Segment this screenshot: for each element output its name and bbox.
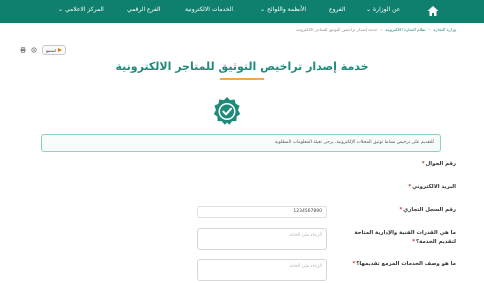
email-label: البريد الالكتروني* [408, 184, 456, 190]
capabilities-textarea[interactable]: الرجاء ملئ الخانة [197, 228, 327, 250]
breadcrumb-link-ministry[interactable]: وزارة التجارة [433, 27, 456, 32]
commercial-register-field[interactable]: 1234567890 [197, 206, 327, 218]
breadcrumb-link-ecommerce[interactable]: نظام التجارة الالكترونية [385, 27, 425, 32]
breadcrumb-current: خدمة إصدار تراخيص التوثيق للمتاجر الالكت… [296, 27, 378, 32]
commercial-register-label: رقم السجل التجاري* [399, 207, 456, 213]
home-icon[interactable] [426, 4, 440, 18]
capabilities-label: ما هي القدرات الفنية والإدارية المتاحة ل… [354, 230, 456, 245]
chevron-down-icon: ⌄ [260, 6, 266, 13]
nav-item-branches[interactable]: الفروع [329, 6, 345, 13]
top-navbar: ⌄ عن الوزارة الفروع ⌄ الأنظمة واللوائح ا… [0, 0, 484, 23]
breadcrumb-separator: › [428, 27, 431, 32]
services-label: ما هو وصف الخدمات المزمع تقديمها؟* [352, 261, 456, 267]
nav-item-eservices[interactable]: الخدمات الالكترونية [185, 6, 233, 13]
mobile-field[interactable] [197, 162, 327, 174]
nav-item-about[interactable]: ⌄ عن الوزارة [366, 6, 400, 13]
breadcrumb-separator: › [380, 27, 383, 32]
info-text: للتقديم على ترخيص نشاط توثيق المحلات الإ… [274, 140, 434, 145]
chevron-down-icon: ⌄ [366, 6, 372, 13]
page-title: خدمة إصدار تراخيص التوثيق للمتاجر الالكت… [115, 60, 369, 73]
print-icon[interactable] [20, 47, 26, 53]
gear-icon[interactable] [31, 47, 37, 53]
info-alert: للتقديم على ترخيص نشاط توثيق المحلات الإ… [41, 134, 441, 152]
page-toolbar: استمع [20, 45, 67, 55]
listen-button[interactable]: استمع [42, 45, 67, 55]
chevron-down-icon: ⌄ [58, 6, 64, 13]
play-icon [58, 48, 63, 52]
email-field[interactable] [197, 185, 327, 197]
nav-item-media-center[interactable]: ⌄ المركز الاعلامي [58, 6, 104, 13]
mobile-label: رقم الجوال* [421, 161, 456, 167]
breadcrumb: وزارة التجارة › نظام التجارة الالكترونية… [296, 27, 456, 32]
nav-item-regulations[interactable]: ⌄ الأنظمة واللوائح [260, 6, 306, 13]
services-textarea[interactable]: الرجاء ملئ الخانة [197, 259, 327, 281]
nav-item-digital-branch[interactable]: الفرع الرقمي [127, 6, 160, 13]
verified-check-icon [213, 97, 241, 125]
title-underline [220, 78, 264, 80]
